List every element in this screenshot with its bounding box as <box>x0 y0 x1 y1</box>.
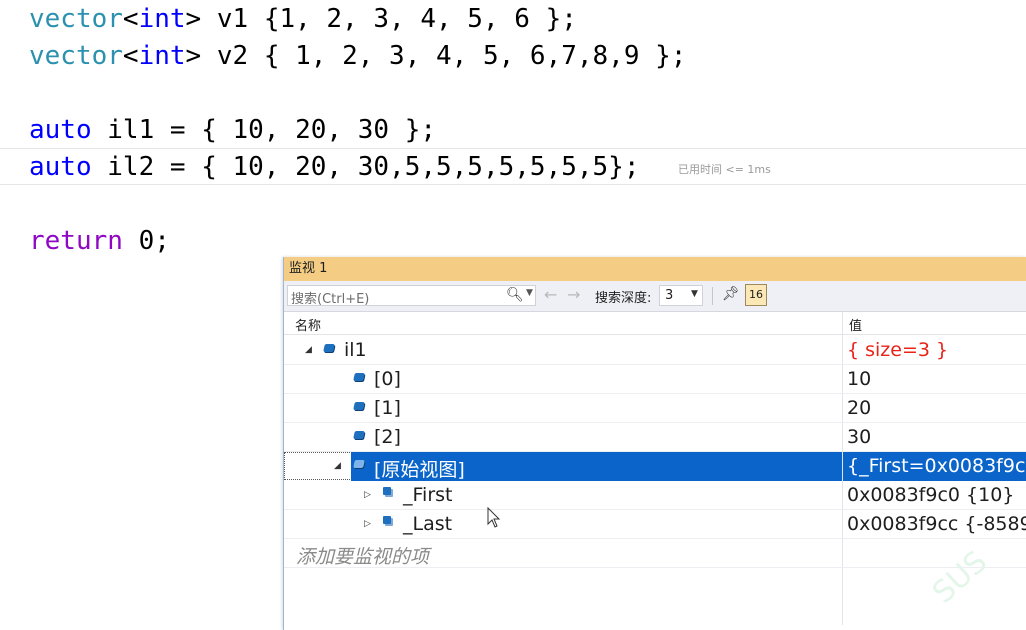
watch-title-bar[interactable]: 监视 1 <box>284 257 1026 281</box>
add-watch-item[interactable]: 添加要监视的项 <box>296 542 429 569</box>
search-input[interactable]: 搜索(Ctrl+E) 🔍︎ ▼ <box>287 285 536 307</box>
watch-row-value: 0x0083f9c0 {10} <box>847 484 1015 506</box>
kw-int: int <box>138 41 186 71</box>
watch-row-name: [2] <box>374 426 401 448</box>
search-icon[interactable]: 🔍︎ <box>506 287 524 303</box>
watch-row-name: [0] <box>374 368 401 390</box>
watch-row-1[interactable]: [1] 20 <box>284 394 1026 423</box>
variable-cube-icon <box>323 344 335 352</box>
watch-row-value: {_First=0x0083f9c0 { <box>847 455 1026 477</box>
watch-row-value: 0x0083f9cc {-85899 <box>847 513 1026 535</box>
arrow-right-icon[interactable]: → <box>567 285 580 304</box>
elapsed-time-hint: 已用时间 <= 1ms <box>678 163 771 176</box>
watch-row-raw-view[interactable]: ◢ [原始视图] {_First=0x0083f9c0 { <box>284 452 1026 481</box>
kw-auto: auto <box>29 152 92 182</box>
mouse-cursor-icon <box>487 507 501 528</box>
pin-icon[interactable]: 📌︎ <box>722 286 740 302</box>
expand-icon[interactable]: ▷ <box>364 490 371 500</box>
code-rest: il2 = { 10, 20, 30,5,5,5,5,5,5,5}; <box>91 152 640 182</box>
pointer-member-icon <box>383 487 391 495</box>
current-line-border-bottom <box>0 184 1026 185</box>
column-headers: 名称 值 <box>284 312 1026 335</box>
watch-row-value: 10 <box>847 368 872 390</box>
watch-row-name: [原始视图] <box>374 459 465 481</box>
code-line-2: vector<int> v2 { 1, 2, 3, 4, 5, 6,7,8,9 … <box>29 40 686 72</box>
hex-display-icon[interactable]: 16 <box>745 284 767 306</box>
watch-add-item-row[interactable]: 添加要监视的项 <box>284 539 1026 568</box>
watch-row-name: il1 <box>344 339 367 361</box>
code-rest: > v1 {1, 2, 3, 4, 5, 6 }; <box>185 4 577 34</box>
search-depth-value: 3 <box>665 288 674 303</box>
watch-row-value: 30 <box>847 426 872 448</box>
expand-icon[interactable]: ▷ <box>364 519 371 529</box>
code-line-7: return 0; <box>29 225 170 257</box>
type-vector: vector <box>29 41 123 71</box>
angle-open: < <box>122 41 139 71</box>
chevron-down-icon: ▼ <box>691 289 698 299</box>
watch-row-first[interactable]: ▷ _First 0x0083f9c0 {10} <box>284 481 1026 510</box>
watch-window: 监视 1 搜索(Ctrl+E) 🔍︎ ▼ ← → 搜索深度: 3 ▼ 📌︎ 16… <box>283 257 1026 630</box>
arrow-left-icon[interactable]: ← <box>544 285 557 304</box>
toolbar-divider <box>712 287 713 305</box>
code-line-1: vector<int> v1 {1, 2, 3, 4, 5, 6 }; <box>29 3 577 35</box>
search-placeholder: 搜索(Ctrl+E) <box>291 292 370 307</box>
collapse-icon[interactable]: ◢ <box>305 345 312 355</box>
code-rest: il1 = { 10, 20, 30 }; <box>91 115 436 145</box>
angle-open: < <box>122 4 139 34</box>
kw-int: int <box>138 4 186 34</box>
variable-cube-icon <box>353 402 365 410</box>
search-depth-select[interactable]: 3 ▼ <box>659 285 703 306</box>
code-rest: > v2 { 1, 2, 3, 4, 5, 6,7,8,9 }; <box>185 41 687 71</box>
code-line-5: auto il2 = { 10, 20, 30,5,5,5,5,5,5,5}; <box>29 151 640 183</box>
watch-row-2[interactable]: [2] 30 <box>284 423 1026 452</box>
code-rest: 0; <box>122 226 170 256</box>
column-header-name[interactable]: 名称 <box>295 315 321 334</box>
kw-return: return <box>29 226 123 256</box>
type-vector: vector <box>29 4 123 34</box>
watch-row-last[interactable]: ▷ _Last 0x0083f9cc {-85899 <box>284 510 1026 539</box>
variable-cube-icon <box>353 431 365 439</box>
pointer-member-icon <box>383 516 391 524</box>
code-line-4: auto il1 = { 10, 20, 30 }; <box>29 114 436 146</box>
search-dropdown-icon[interactable]: ▼ <box>526 288 533 298</box>
watch-row-name: [1] <box>374 397 401 419</box>
column-header-value[interactable]: 值 <box>849 315 862 334</box>
kw-auto: auto <box>29 115 92 145</box>
watch-title: 监视 1 <box>289 261 328 276</box>
focus-outline <box>284 452 352 480</box>
watch-row-name: _First <box>403 484 453 506</box>
watch-row-il1[interactable]: ◢ il1 { size=3 } <box>284 336 1026 365</box>
variable-cube-icon <box>353 460 365 468</box>
watch-toolbar: 搜索(Ctrl+E) 🔍︎ ▼ ← → 搜索深度: 3 ▼ 📌︎ 16 <box>284 281 1026 312</box>
watch-row-0[interactable]: [0] 10 <box>284 365 1026 394</box>
watch-row-value: { size=3 } <box>847 339 949 361</box>
row-divider <box>284 567 1026 568</box>
search-depth-label: 搜索深度: <box>595 291 652 306</box>
watch-row-value: 20 <box>847 397 872 419</box>
current-line-border-top <box>0 148 1026 149</box>
watch-row-name: _Last <box>403 513 453 535</box>
variable-cube-icon <box>353 373 365 381</box>
collapse-icon[interactable]: ◢ <box>334 461 341 471</box>
